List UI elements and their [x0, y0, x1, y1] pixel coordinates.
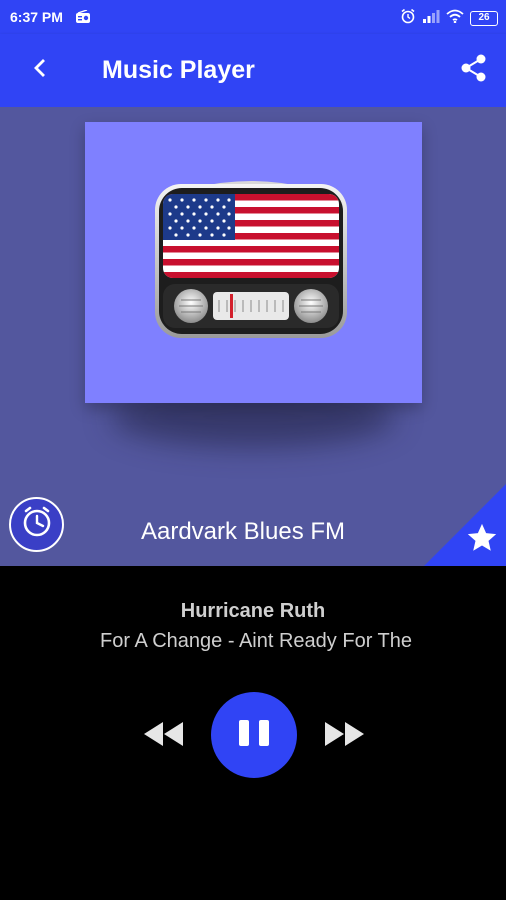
status-bar: 6:37 PM 26 [0, 0, 506, 34]
previous-button[interactable] [138, 718, 188, 754]
back-button[interactable] [22, 52, 58, 88]
share-icon [460, 53, 488, 88]
share-button[interactable] [456, 52, 492, 88]
battery-icon: 26 [470, 11, 498, 26]
favorite-star-icon [465, 521, 499, 560]
usa-flag-radio-icon [155, 180, 347, 343]
status-time: 6:37 PM [10, 9, 63, 25]
track-artist: Hurricane Ruth [180, 600, 326, 622]
alarm-icon [400, 8, 416, 29]
next-button[interactable] [320, 718, 370, 754]
next-icon [323, 719, 367, 754]
app-bar: Music Player [0, 34, 506, 107]
favorite-button[interactable] [464, 522, 500, 558]
player-panel: Hurricane Ruth For A Change - Aint Ready… [0, 566, 506, 900]
signal-icon [422, 9, 440, 28]
station-name: Aardvark Blues FM [140, 518, 346, 545]
radio-icon [75, 9, 91, 29]
page-title: Music Player [102, 56, 255, 84]
wifi-icon [446, 9, 464, 28]
back-arrow-icon [30, 58, 50, 83]
previous-icon [141, 719, 185, 754]
album-art [85, 122, 422, 403]
track-title: For A Change - Aint Ready For The [99, 630, 413, 652]
pause-icon [237, 718, 271, 753]
status-icons: 26 [400, 8, 498, 29]
play-pause-button[interactable] [211, 692, 297, 778]
station-panel: Aardvark Blues FM [0, 107, 506, 566]
